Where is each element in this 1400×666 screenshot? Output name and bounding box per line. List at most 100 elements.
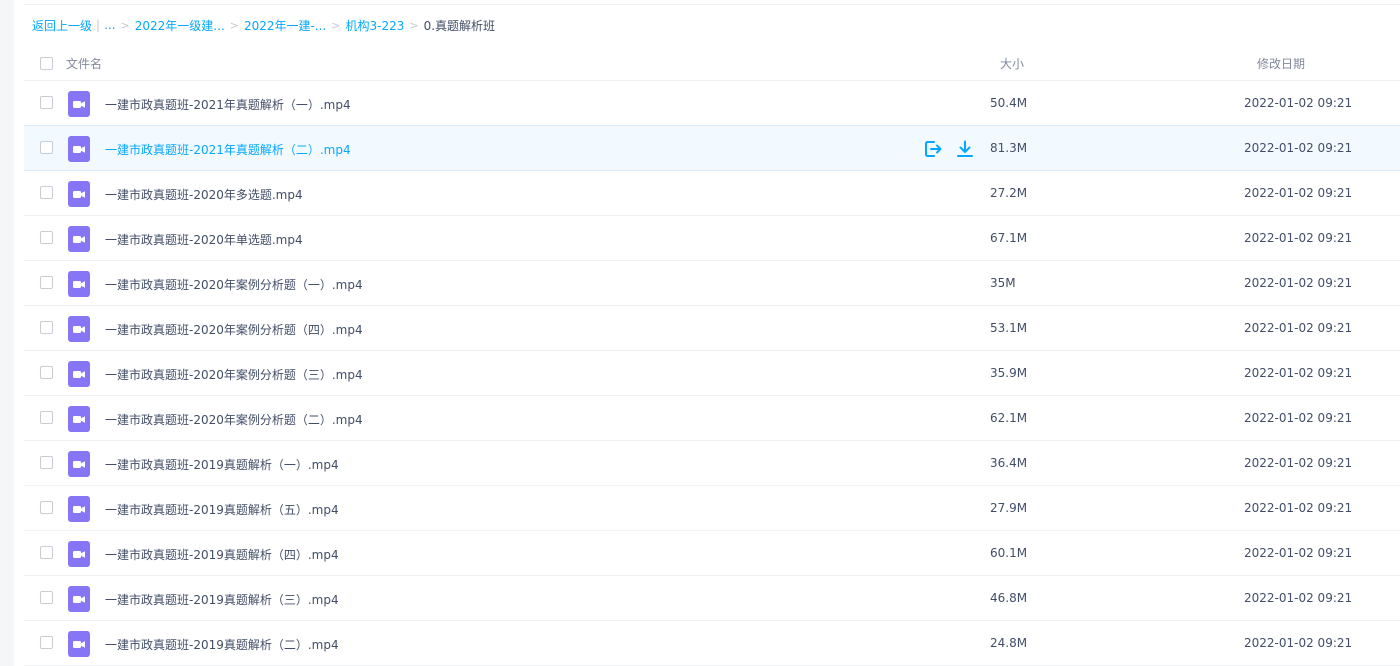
- modified-date: 2022-01-02 09:21: [1244, 636, 1353, 650]
- modified-date: 2022-01-02 09:21: [1244, 366, 1353, 380]
- table-row[interactable]: 一建市政真题班-2019真题解析（一）.mp4 36.4M 2022-01-02…: [24, 441, 1400, 486]
- breadcrumb-ellipsis[interactable]: ...: [104, 18, 115, 32]
- video-file-icon: [68, 496, 90, 522]
- breadcrumb-item-3[interactable]: 机构3-223: [345, 17, 404, 34]
- modified-date: 2022-01-02 09:21: [1244, 456, 1353, 470]
- share-icon[interactable]: [923, 139, 943, 159]
- row-checkbox[interactable]: [40, 186, 53, 199]
- file-size: 67.1M: [990, 231, 1028, 245]
- row-checkbox[interactable]: [40, 456, 53, 469]
- file-name[interactable]: 一建市政真题班-2019真题解析（五）.mp4: [105, 501, 339, 518]
- table-row[interactable]: 一建市政真题班-2021年真题解析（一）.mp4 50.4M 2022-01-0…: [24, 81, 1400, 126]
- row-checkbox[interactable]: [40, 636, 53, 649]
- table-row[interactable]: 一建市政真题班-2021年真题解析（二）.mp4 81.3M 2022-01-0…: [24, 125, 1400, 171]
- video-file-icon: [68, 271, 90, 297]
- row-checkbox[interactable]: [40, 321, 53, 334]
- modified-date: 2022-01-02 09:21: [1244, 411, 1353, 425]
- row-checkbox[interactable]: [40, 276, 53, 289]
- video-file-icon: [68, 226, 90, 252]
- file-name[interactable]: 一建市政真题班-2020年多选题.mp4: [105, 186, 303, 203]
- file-size: 27.9M: [990, 501, 1028, 515]
- breadcrumb-item-1[interactable]: 2022年一级建...: [135, 17, 225, 34]
- file-size: 36.4M: [990, 456, 1028, 470]
- row-checkbox[interactable]: [40, 366, 53, 379]
- file-name[interactable]: 一建市政真题班-2019真题解析（四）.mp4: [105, 546, 339, 563]
- file-list-panel: 返回上一级 | ... > 2022年一级建... > 2022年一建-... …: [24, 0, 1400, 666]
- table-row[interactable]: 一建市政真题班-2019真题解析（四）.mp4 60.1M 2022-01-02…: [24, 531, 1400, 576]
- row-checkbox[interactable]: [40, 546, 53, 559]
- file-size: 50.4M: [990, 96, 1028, 110]
- video-file-icon: [68, 361, 90, 387]
- breadcrumb-separator: >: [229, 18, 239, 32]
- left-rail: [0, 0, 14, 666]
- file-name[interactable]: 一建市政真题班-2020年案例分析题（四）.mp4: [105, 321, 363, 338]
- row-checkbox[interactable]: [40, 411, 53, 424]
- breadcrumb-separator: >: [120, 18, 130, 32]
- modified-date: 2022-01-02 09:21: [1244, 591, 1353, 605]
- file-name[interactable]: 一建市政真题班-2021年真题解析（二）.mp4: [105, 141, 351, 158]
- breadcrumb-separator: >: [409, 18, 419, 32]
- row-checkbox[interactable]: [40, 501, 53, 514]
- table-row[interactable]: 一建市政真题班-2020年案例分析题（三）.mp4 35.9M 2022-01-…: [24, 351, 1400, 396]
- file-name[interactable]: 一建市政真题班-2021年真题解析（一）.mp4: [105, 96, 351, 113]
- table-header: 文件名 大小 修改日期: [24, 43, 1400, 81]
- modified-date: 2022-01-02 09:21: [1244, 96, 1353, 110]
- modified-date: 2022-01-02 09:21: [1244, 546, 1353, 560]
- file-size: 27.2M: [990, 186, 1028, 200]
- select-all-checkbox[interactable]: [40, 57, 53, 70]
- row-checkbox[interactable]: [40, 231, 53, 244]
- video-file-icon: [68, 451, 90, 477]
- video-file-icon: [68, 181, 90, 207]
- video-file-icon: [68, 586, 90, 612]
- table-row[interactable]: 一建市政真题班-2020年案例分析题（四）.mp4 53.1M 2022-01-…: [24, 306, 1400, 351]
- modified-date: 2022-01-02 09:21: [1244, 276, 1353, 290]
- row-checkbox[interactable]: [40, 591, 53, 604]
- table-row[interactable]: 一建市政真题班-2020年案例分析题（一）.mp4 35M 2022-01-02…: [24, 261, 1400, 306]
- file-size: 35.9M: [990, 366, 1028, 380]
- file-size: 62.1M: [990, 411, 1028, 425]
- breadcrumb-current: 0.真题解析班: [423, 18, 496, 33]
- table-row[interactable]: 一建市政真题班-2019真题解析（五）.mp4 27.9M 2022-01-02…: [24, 486, 1400, 531]
- row-checkbox[interactable]: [40, 96, 53, 109]
- table-row[interactable]: 一建市政真题班-2020年多选题.mp4 27.2M 2022-01-02 09…: [24, 171, 1400, 216]
- row-checkbox[interactable]: [40, 141, 53, 154]
- file-name[interactable]: 一建市政真题班-2020年案例分析题（三）.mp4: [105, 366, 363, 383]
- modified-date: 2022-01-02 09:21: [1244, 231, 1353, 245]
- file-size: 60.1M: [990, 546, 1028, 560]
- file-name[interactable]: 一建市政真题班-2020年单选题.mp4: [105, 231, 303, 248]
- video-file-icon: [68, 316, 90, 342]
- breadcrumb-back-link[interactable]: 返回上一级: [32, 17, 92, 34]
- video-file-icon: [68, 631, 90, 657]
- file-size: 24.8M: [990, 636, 1028, 650]
- column-header-name[interactable]: 文件名: [66, 55, 102, 72]
- modified-date: 2022-01-02 09:21: [1244, 501, 1353, 515]
- modified-date: 2022-01-02 09:21: [1244, 186, 1353, 200]
- video-file-icon: [68, 136, 90, 162]
- download-icon[interactable]: [955, 139, 975, 159]
- row-actions: [923, 139, 975, 159]
- file-table-body: 一建市政真题班-2021年真题解析（一）.mp4 50.4M 2022-01-0…: [24, 81, 1400, 666]
- table-row[interactable]: 一建市政真题班-2020年单选题.mp4 67.1M 2022-01-02 09…: [24, 216, 1400, 261]
- breadcrumb-bar: |: [96, 18, 101, 32]
- table-row[interactable]: 一建市政真题班-2019真题解析（三）.mp4 46.8M 2022-01-02…: [24, 576, 1400, 621]
- file-name[interactable]: 一建市政真题班-2020年案例分析题（一）.mp4: [105, 276, 363, 293]
- breadcrumb: 返回上一级 | ... > 2022年一级建... > 2022年一建-... …: [32, 17, 495, 33]
- file-size: 46.8M: [990, 591, 1028, 605]
- breadcrumb-separator: >: [331, 18, 341, 32]
- file-size: 53.1M: [990, 321, 1028, 335]
- table-row[interactable]: 一建市政真题班-2019真题解析（二）.mp4 24.8M 2022-01-02…: [24, 621, 1400, 666]
- column-header-date[interactable]: 修改日期: [1257, 55, 1305, 72]
- video-file-icon: [68, 91, 90, 117]
- video-file-icon: [68, 406, 90, 432]
- file-name[interactable]: 一建市政真题班-2019真题解析（一）.mp4: [105, 456, 339, 473]
- file-name[interactable]: 一建市政真题班-2019真题解析（二）.mp4: [105, 636, 339, 653]
- modified-date: 2022-01-02 09:21: [1244, 321, 1353, 335]
- column-header-size[interactable]: 大小: [1000, 55, 1024, 72]
- file-name[interactable]: 一建市政真题班-2020年案例分析题（二）.mp4: [105, 411, 363, 428]
- file-size: 81.3M: [990, 141, 1028, 155]
- table-row[interactable]: 一建市政真题班-2020年案例分析题（二）.mp4 62.1M 2022-01-…: [24, 396, 1400, 441]
- file-name[interactable]: 一建市政真题班-2019真题解析（三）.mp4: [105, 591, 339, 608]
- file-size: 35M: [990, 276, 1016, 290]
- modified-date: 2022-01-02 09:21: [1244, 141, 1353, 155]
- breadcrumb-item-2[interactable]: 2022年一建-...: [244, 17, 326, 34]
